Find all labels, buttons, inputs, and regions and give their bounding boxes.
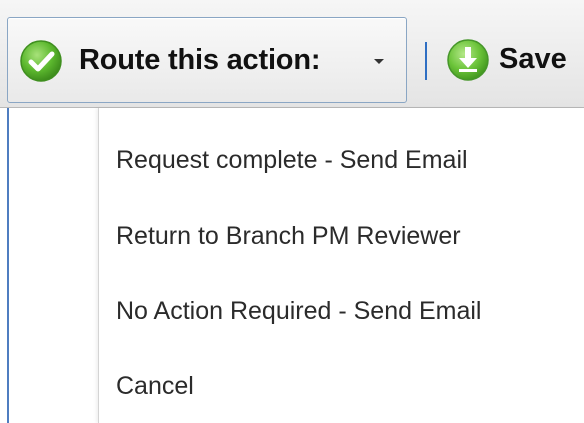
toolbar-separator [425,42,427,80]
save-button[interactable]: Save [442,30,584,90]
route-action-button[interactable]: Route this action: [7,17,407,103]
check-circle-icon [20,40,62,82]
download-circle-icon [447,39,489,81]
route-action-label: Route this action: [79,44,321,76]
menu-item-request-complete-send-email[interactable]: Request complete - Send Email [116,132,584,188]
menu-item-return-to-branch-pm-reviewer[interactable]: Return to Branch PM Reviewer [116,208,584,264]
menu-item-no-action-required-send-email[interactable]: No Action Required - Send Email [116,283,584,339]
toolbar: Route this action: Save [0,0,584,108]
caret-down-icon [374,59,384,64]
save-label: Save [499,43,567,75]
route-action-dropdown-menu: Request complete - Send Email Return to … [98,108,584,423]
frame-left-border [7,108,9,423]
menu-item-cancel[interactable]: Cancel [116,358,584,414]
